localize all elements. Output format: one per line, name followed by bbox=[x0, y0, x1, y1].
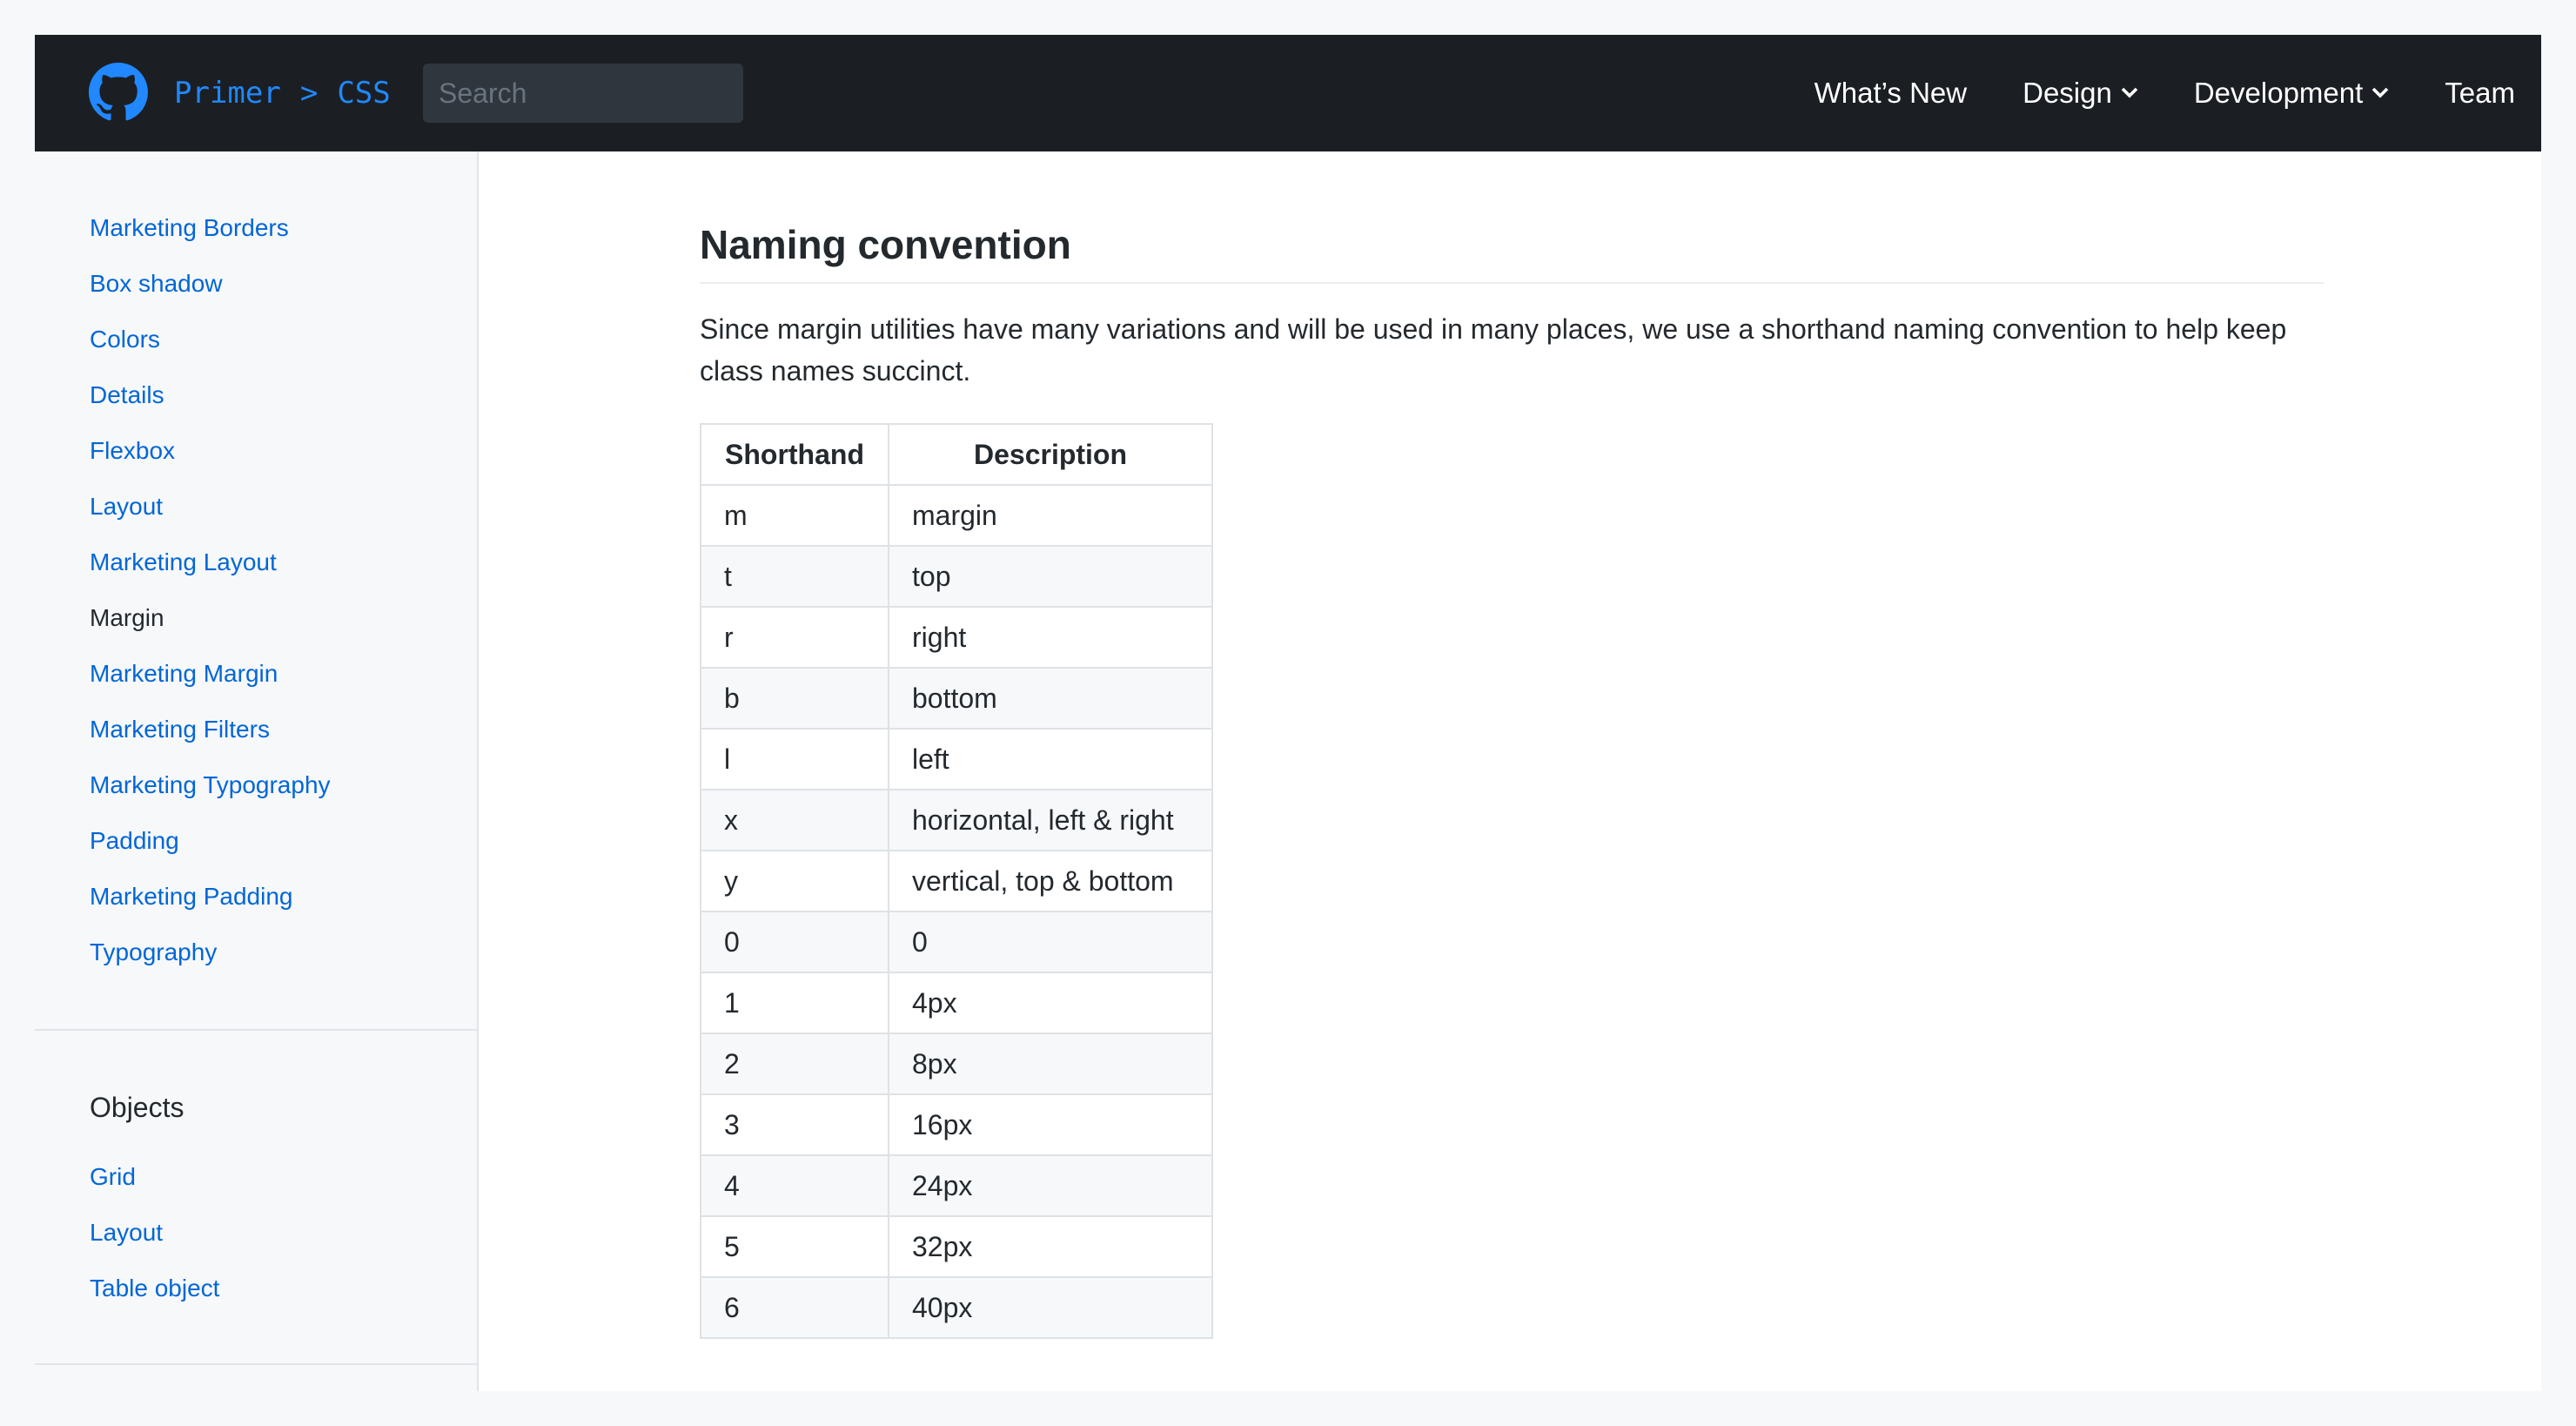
nav-development[interactable]: Development bbox=[2194, 77, 2389, 110]
sidebar-item-marketing-typography[interactable]: Marketing Typography bbox=[90, 771, 331, 799]
description-cell: left bbox=[888, 728, 1213, 790]
table-row: 1 4px bbox=[700, 972, 1213, 1034]
sidebar-divider bbox=[35, 1363, 477, 1365]
shorthand-cell: 5 bbox=[700, 1215, 889, 1278]
intro-paragraph: Since margin utilities have many variati… bbox=[700, 313, 2287, 387]
shorthand-cell: t bbox=[700, 545, 889, 608]
shorthand-cell: b bbox=[700, 667, 889, 730]
table-row: 00 bbox=[700, 911, 1213, 973]
shorthand-cell: 4 bbox=[700, 1154, 889, 1217]
brand-breadcrumb: Primer > CSS bbox=[174, 71, 391, 115]
table-row: 5 32px bbox=[700, 1215, 1213, 1278]
shorthand-cell: 1 bbox=[700, 972, 889, 1034]
sidebar: Marketing Borders Box shadow Colors Deta… bbox=[35, 151, 479, 1391]
sidebar-divider bbox=[35, 1029, 477, 1031]
nav-team[interactable]: Team bbox=[2445, 77, 2515, 110]
nav-whats-new[interactable]: What’s New bbox=[1815, 77, 1967, 110]
description-cell: vertical, top & bottom bbox=[888, 850, 1213, 912]
table-row: b bottom bbox=[700, 667, 1213, 730]
description-cell: 40px bbox=[888, 1276, 1213, 1339]
shorthand-cell: r bbox=[700, 606, 889, 669]
table-row: r right bbox=[700, 606, 1213, 669]
table-row: 4 24px bbox=[700, 1154, 1213, 1217]
column-header-description: Description bbox=[888, 423, 1213, 486]
section-heading: Naming convention bbox=[700, 222, 1071, 267]
sidebar-item-typography[interactable]: Typography bbox=[90, 938, 217, 966]
description-cell: 24px bbox=[888, 1154, 1213, 1217]
table-row: 3 16px bbox=[700, 1093, 1213, 1156]
nav-team-label: Team bbox=[2445, 77, 2515, 109]
table-row: l left bbox=[700, 728, 1213, 790]
sidebar-item-marketing-filters[interactable]: Marketing Filters bbox=[90, 716, 270, 743]
search-input[interactable] bbox=[423, 64, 743, 123]
sidebar-item-marketing-margin[interactable]: Marketing Margin bbox=[90, 660, 278, 688]
shorthand-cell: x bbox=[700, 789, 889, 851]
sidebar-heading-objects: Objects bbox=[90, 1092, 184, 1123]
description-cell: 16px bbox=[888, 1093, 1213, 1156]
description-cell: 0 bbox=[888, 911, 1213, 973]
nav-whats-new-label: What’s New bbox=[1814, 77, 1968, 109]
shorthand-cell: 2 bbox=[700, 1033, 889, 1095]
description-cell: 4px bbox=[888, 972, 1213, 1034]
column-header-shorthand: Shorthand bbox=[700, 423, 889, 486]
nav-design[interactable]: Design bbox=[2023, 77, 2138, 110]
top-nav: What’s New Design Development Team bbox=[1815, 35, 2515, 151]
table-row: 2 8px bbox=[700, 1033, 1213, 1095]
brand-css-link[interactable]: CSS bbox=[337, 76, 390, 111]
sidebar-item-colors[interactable]: Colors bbox=[90, 326, 160, 353]
description-cell: horizontal, left & right bbox=[888, 789, 1213, 851]
sidebar-item-table-object[interactable]: Table object bbox=[90, 1275, 219, 1302]
description-cell: bottom bbox=[888, 667, 1213, 730]
sidebar-item-padding[interactable]: Padding bbox=[90, 827, 179, 855]
shorthand-cell: 3 bbox=[700, 1093, 889, 1156]
shorthand-cell: l bbox=[700, 728, 889, 790]
table-header-row: Shorthand Description bbox=[700, 423, 1213, 486]
chevron-down-icon bbox=[2121, 87, 2138, 98]
sidebar-item-objects-layout[interactable]: Layout bbox=[90, 1219, 163, 1247]
heading-rule bbox=[700, 282, 2324, 284]
sidebar-item-marketing-padding[interactable]: Marketing Padding bbox=[90, 883, 292, 911]
table-row: m margin bbox=[700, 484, 1213, 547]
sidebar-item-box-shadow[interactable]: Box shadow bbox=[90, 270, 223, 298]
nav-development-label: Development bbox=[2193, 77, 2364, 109]
site-header: Primer > CSS What’s New Design Developme… bbox=[35, 35, 2541, 151]
shorthand-cell: 6 bbox=[700, 1276, 889, 1339]
github-logo-icon[interactable] bbox=[89, 63, 148, 122]
description-cell: top bbox=[888, 545, 1213, 608]
breadcrumb-separator: > bbox=[299, 76, 319, 111]
table-body: m margin t top r right b bottom l left x horizontal… bbox=[700, 484, 1213, 1339]
naming-convention-table: Shorthand Description m margin t top r right b… bbox=[700, 423, 1213, 1339]
sidebar-item-flexbox[interactable]: Flexbox bbox=[90, 437, 175, 465]
table-row: 6 40px bbox=[700, 1276, 1213, 1339]
description-cell: 32px bbox=[888, 1215, 1213, 1278]
description-cell: margin bbox=[888, 484, 1213, 547]
sidebar-item-marketing-borders[interactable]: Marketing Borders bbox=[90, 214, 289, 242]
description-cell: 8px bbox=[888, 1033, 1213, 1095]
table-row: x horizontal, left & right bbox=[700, 789, 1213, 851]
table-row: y vertical, top & bottom bbox=[700, 850, 1213, 912]
brand-primary-link[interactable]: Primer bbox=[174, 76, 281, 111]
nav-design-label: Design bbox=[2023, 77, 2112, 109]
shorthand-cell: y bbox=[700, 850, 889, 912]
sidebar-item-marketing-layout[interactable]: Marketing Layout bbox=[90, 548, 277, 576]
browser-window: Primer > CSS What’s New Design Developme… bbox=[35, 35, 2541, 1391]
table-row: t top bbox=[700, 545, 1213, 608]
sidebar-item-details[interactable]: Details bbox=[90, 381, 164, 409]
description-cell: right bbox=[888, 606, 1213, 669]
chevron-down-icon bbox=[2372, 87, 2389, 98]
sidebar-item-layout[interactable]: Layout bbox=[90, 493, 163, 521]
sidebar-item-grid[interactable]: Grid bbox=[90, 1163, 136, 1191]
shorthand-cell: 0 bbox=[700, 911, 889, 973]
sidebar-item-margin[interactable]: Margin bbox=[90, 604, 164, 632]
shorthand-cell: m bbox=[700, 484, 889, 547]
